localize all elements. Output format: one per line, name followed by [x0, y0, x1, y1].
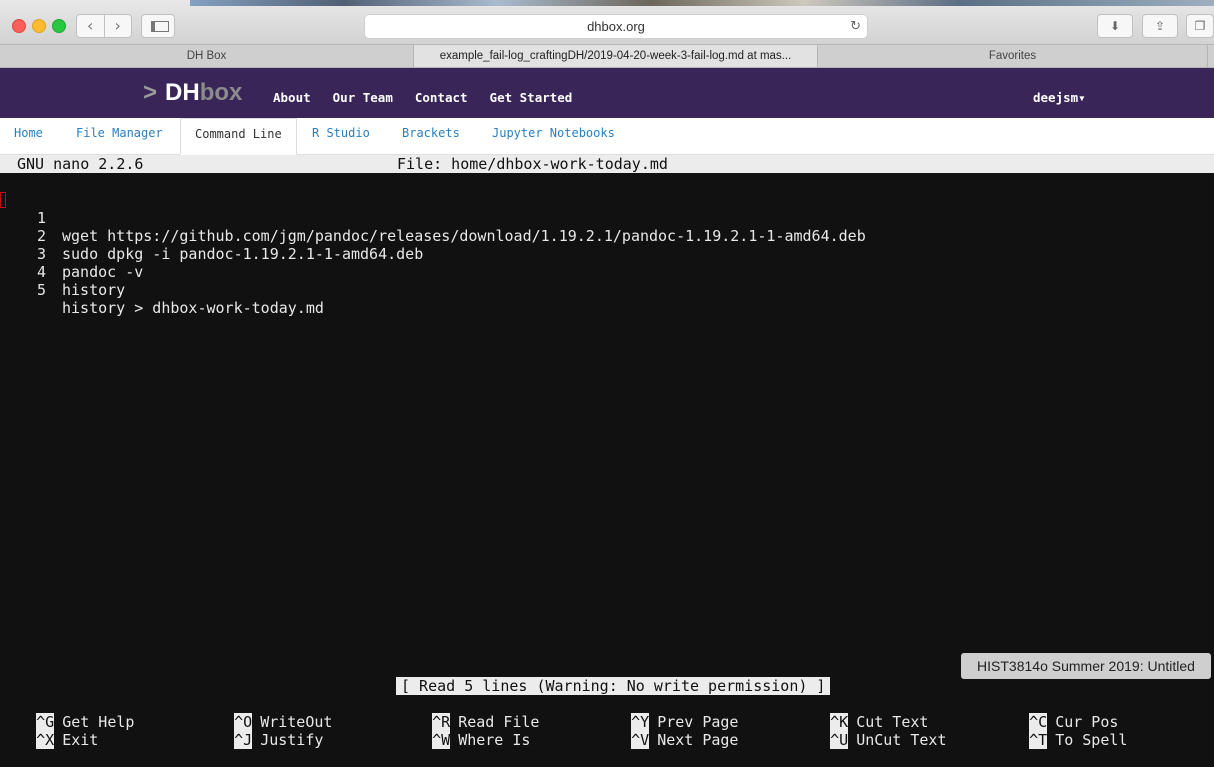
- shortcut-key: ^J: [234, 731, 253, 749]
- sidebar-toggle-button[interactable]: [141, 14, 175, 38]
- reload-icon[interactable]: ↻: [850, 15, 861, 38]
- address-bar[interactable]: dhbox.org ↻: [364, 14, 868, 39]
- logo-dh: DH: [165, 79, 200, 106]
- app-tabs: Home File Manager Command Line R Studio …: [0, 118, 1214, 155]
- line-number: 5: [36, 281, 46, 299]
- window-minimize-button[interactable]: [32, 19, 46, 33]
- shortcut-label: Exit: [62, 731, 99, 749]
- nano-version: GNU nano 2.2.6: [17, 155, 144, 173]
- shortcut-label: Justify: [260, 731, 324, 749]
- shortcut-justify: ^J Justify: [198, 713, 323, 749]
- tab-command-line[interactable]: Command Line: [180, 118, 297, 155]
- shortcut-read-file: ^R Read File: [396, 695, 539, 731]
- browser-tab-bar: DH Box example_fail-log_craftingDH/2019-…: [0, 45, 1214, 68]
- shortcut-writeout: ^O WriteOut: [198, 695, 332, 731]
- shortcut-next-page: ^V Next Page: [595, 713, 738, 749]
- line-text: history: [62, 281, 126, 299]
- tab-jupyter-notebooks[interactable]: Jupyter Notebooks: [478, 118, 629, 154]
- line-text: pandoc -v: [62, 263, 144, 281]
- shortcut-key: ^X: [36, 731, 55, 749]
- shortcut-label: Next Page: [657, 731, 739, 749]
- shortcut-exit: ^X Exit: [0, 713, 98, 749]
- tab-r-studio[interactable]: R Studio: [298, 118, 384, 154]
- nav-get-started[interactable]: Get Started: [490, 90, 573, 105]
- shortcut-where-is: ^W Where Is: [396, 713, 530, 749]
- shortcut-label: UnCut Text: [856, 731, 947, 749]
- logo-box: box: [199, 79, 243, 106]
- background-photo-strip: [190, 0, 1214, 6]
- window-maximize-button[interactable]: [52, 19, 66, 33]
- tabs-icon: ❐: [1194, 19, 1206, 33]
- shortcut-get-help: ^G Get Help: [0, 695, 134, 731]
- browser-tab-github[interactable]: example_fail-log_craftingDH/2019-04-20-w…: [414, 45, 818, 67]
- shortcut-label: Where Is: [458, 731, 531, 749]
- dhbox-logo[interactable]: > DHbox: [143, 79, 242, 107]
- downloads-button[interactable]: ⬇: [1097, 14, 1133, 38]
- share-button[interactable]: ⇪: [1142, 14, 1178, 38]
- sidebar-icon: [151, 21, 169, 32]
- file-line: 5 history > dhbox-work-today.md: [0, 263, 324, 317]
- browser-tab-favorites[interactable]: Favorites: [818, 45, 1208, 67]
- file-line: 2 sudo dpkg -i pandoc-1.19.2.1-1-amd64.d…: [0, 209, 423, 263]
- shortcut-key: ^T: [1029, 731, 1048, 749]
- shortcut-cur-pos: ^C Cur Pos: [993, 695, 1118, 731]
- tab-brackets[interactable]: Brackets: [388, 118, 474, 154]
- file-line: 1 wget https://github.com/jgm/pandoc/rel…: [0, 191, 866, 245]
- forward-icon[interactable]: ›: [105, 15, 132, 37]
- nano-filename: File: home/dhbox-work-today.md: [397, 155, 668, 173]
- nano-status-message: [ Read 5 lines (Warning: No write permis…: [396, 677, 831, 695]
- shortcut-key: ^W: [432, 731, 451, 749]
- nav-our-team[interactable]: Our Team: [333, 90, 393, 105]
- shortcut-key: ^U: [830, 731, 849, 749]
- line-text: sudo dpkg -i pandoc-1.19.2.1-1-amd64.deb: [62, 245, 424, 263]
- line-text: history > dhbox-work-today.md: [62, 299, 324, 317]
- file-line: 4 history: [0, 245, 125, 299]
- user-menu[interactable]: deejsm▾: [1033, 90, 1086, 105]
- shortcut-cut-text: ^K Cut Text: [794, 695, 928, 731]
- download-icon: ⬇: [1109, 19, 1121, 33]
- shortcut-label: To Spell: [1055, 731, 1128, 749]
- tab-file-manager[interactable]: File Manager: [62, 118, 177, 154]
- shortcut-to-spell: ^T To Spell: [993, 713, 1127, 749]
- shortcut-key: ^V: [631, 731, 650, 749]
- line-text: wget https://github.com/jgm/pandoc/relea…: [62, 227, 866, 245]
- browser-tab-dhbox[interactable]: DH Box: [0, 45, 414, 67]
- nav-about[interactable]: About: [273, 90, 311, 105]
- shortcut-uncut-text: ^U UnCut Text: [794, 713, 947, 749]
- session-notification[interactable]: HIST3814o Summer 2019: Untitled: [961, 653, 1211, 679]
- site-header: > DHbox About Our Team Contact Get Starte…: [0, 68, 1214, 118]
- nano-title-bar: GNU nano 2.2.6 File: home/dhbox-work-tod…: [0, 155, 1214, 173]
- back-icon[interactable]: ‹: [77, 15, 105, 37]
- window-close-button[interactable]: [12, 19, 26, 33]
- share-icon: ⇪: [1154, 19, 1166, 33]
- tab-overview-button[interactable]: ❐: [1186, 14, 1214, 38]
- logo-chevron: >: [143, 79, 158, 106]
- main-nav: About Our Team Contact Get Started: [273, 90, 594, 105]
- tab-home[interactable]: Home: [0, 118, 57, 154]
- browser-titlebar: ‹ › dhbox.org ↻ ⬇ ⇪ ❐: [0, 0, 1214, 45]
- shortcut-prev-page: ^Y Prev Page: [595, 695, 738, 731]
- history-nav: ‹ ›: [76, 14, 132, 38]
- url-text: dhbox.org: [587, 19, 645, 34]
- file-line: 3 pandoc -v: [0, 227, 143, 281]
- nav-contact[interactable]: Contact: [415, 90, 468, 105]
